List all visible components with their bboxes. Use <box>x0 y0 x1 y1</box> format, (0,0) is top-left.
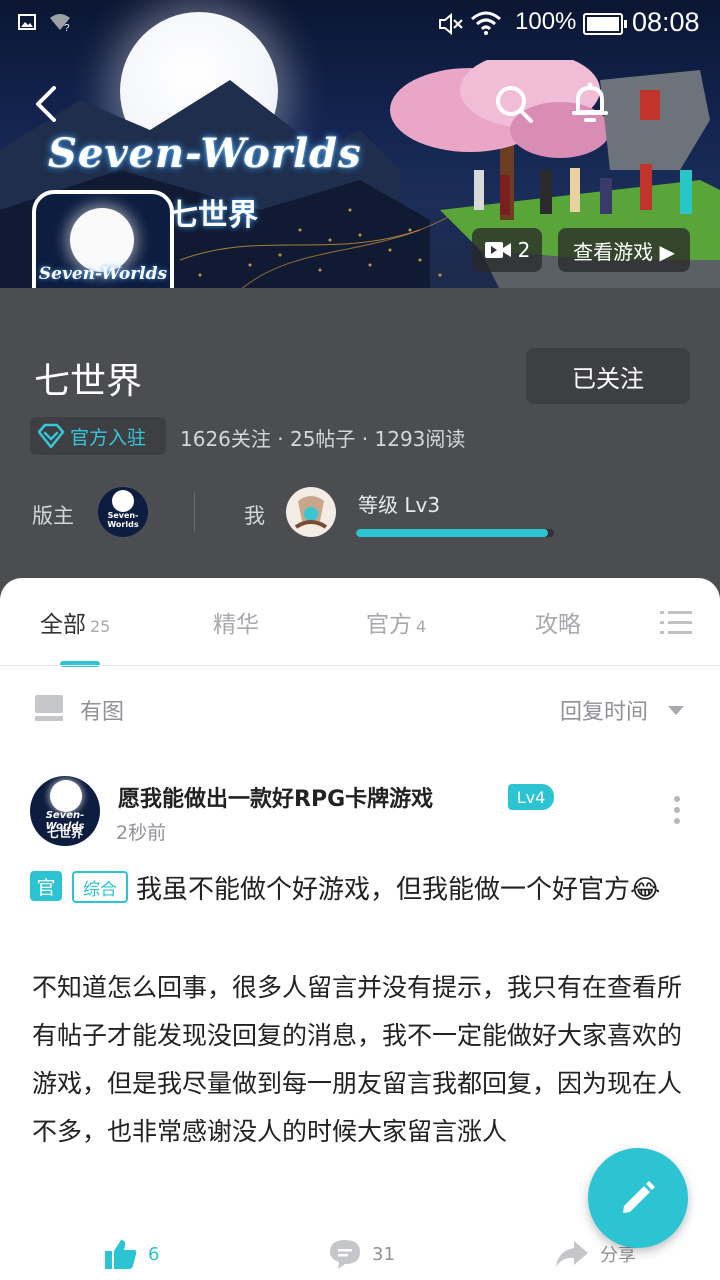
me-label: 我 <box>244 504 265 528</box>
tab-official[interactable]: 官方 4 <box>366 605 426 639</box>
view-game-button[interactable]: 查看游戏 ▶ <box>558 228 690 272</box>
tab-all-count: 25 <box>90 617 111 636</box>
share-icon <box>556 1241 588 1267</box>
follow-button[interactable]: 已关注 <box>526 348 690 404</box>
game-logo-subtitle: 七世界 <box>168 198 258 233</box>
battery-percent: 100% <box>515 8 577 35</box>
tab-elite[interactable]: 精华 <box>213 605 259 639</box>
image-filter-icon[interactable] <box>34 694 64 722</box>
character-avatar-icon <box>294 496 328 529</box>
level-progress-bar <box>356 529 554 537</box>
post-body[interactable]: 不知道怎么回事，很多人留言并没有提示，我只有在查看所有帖子才能发现没回复的消息，… <box>32 964 688 1156</box>
mute-icon <box>439 12 463 36</box>
level-label: 等级 Lv3 <box>358 493 441 517</box>
video-count: 2 <box>517 238 531 262</box>
forum-title: 七世界 <box>34 361 143 402</box>
post-author-name[interactable]: 愿我能做出一款好RPG卡牌游戏 <box>118 781 433 813</box>
level-progress-fill <box>356 529 549 537</box>
diamond-icon <box>37 423 65 449</box>
video-count-button[interactable]: 2 <box>472 228 542 272</box>
post-author-avatar[interactable]: Seven-Worlds 七世界 <box>30 776 100 846</box>
image-filter-label[interactable]: 有图 <box>80 694 124 726</box>
official-badge: 官方入驻 <box>30 417 166 455</box>
pencil-icon <box>623 1181 655 1213</box>
tab-indicator <box>60 661 100 667</box>
tab-elite-label: 精华 <box>213 612 259 638</box>
tab-divider <box>0 665 720 666</box>
chevron-down-icon[interactable] <box>668 706 684 715</box>
avatar-moon <box>70 208 134 272</box>
tab-official-label: 官方 <box>366 612 412 638</box>
comment-button[interactable]: 31 <box>328 1236 408 1272</box>
more-options-icon[interactable] <box>672 796 682 828</box>
avatar-logo-title: Seven-Worlds <box>38 264 168 284</box>
post-avatar-subtitle: 七世界 <box>46 826 83 840</box>
post-timestamp: 2秒前 <box>116 822 167 844</box>
battery-icon <box>583 13 627 35</box>
sort-dropdown[interactable]: 回复时间 <box>560 694 648 726</box>
tab-all-label: 全部 <box>40 612 86 638</box>
comment-icon <box>330 1240 360 1269</box>
list-menu-icon[interactable] <box>660 609 692 637</box>
official-tag: 官 <box>30 871 62 901</box>
moderator-label: 版主 <box>32 504 74 528</box>
like-count: 6 <box>148 1243 160 1265</box>
game-logo-title: Seven-Worlds <box>48 130 362 177</box>
thumbs-up-icon <box>105 1240 137 1269</box>
like-button[interactable]: 6 <box>104 1236 184 1272</box>
status-time: 08:08 <box>632 7 700 37</box>
search-icon[interactable] <box>492 82 536 126</box>
moderator-avatar[interactable]: Seven-Worlds <box>98 487 148 537</box>
svg-text:?: ? <box>64 23 70 32</box>
wifi-icon <box>471 11 501 35</box>
tab-guide-label: 攻略 <box>535 612 581 638</box>
compose-post-button[interactable] <box>588 1148 688 1248</box>
tab-all[interactable]: 全部 25 <box>40 605 110 639</box>
tab-official-count: 4 <box>416 617 427 636</box>
bell-icon[interactable] <box>568 80 612 126</box>
image-notification-icon <box>18 14 36 30</box>
divider <box>194 492 195 532</box>
post-title[interactable]: 我虽不能做个好游戏，但我能做一个好官方😂 <box>32 866 692 914</box>
wifi-unknown-icon: ? <box>50 14 70 32</box>
category-tag: 综合 <box>72 871 128 903</box>
author-level-badge: Lv4 <box>508 784 554 810</box>
official-badge-label: 官方入驻 <box>70 426 147 449</box>
video-icon <box>484 242 511 258</box>
tab-guide[interactable]: 攻略 <box>535 605 581 639</box>
my-avatar[interactable] <box>286 487 336 537</box>
forum-stats: 1626关注 · 25帖子 · 1293阅读 <box>180 427 466 451</box>
back-icon[interactable] <box>28 82 68 126</box>
comment-count: 31 <box>372 1243 395 1265</box>
moderator-avatar-text: Seven-Worlds <box>107 511 139 529</box>
